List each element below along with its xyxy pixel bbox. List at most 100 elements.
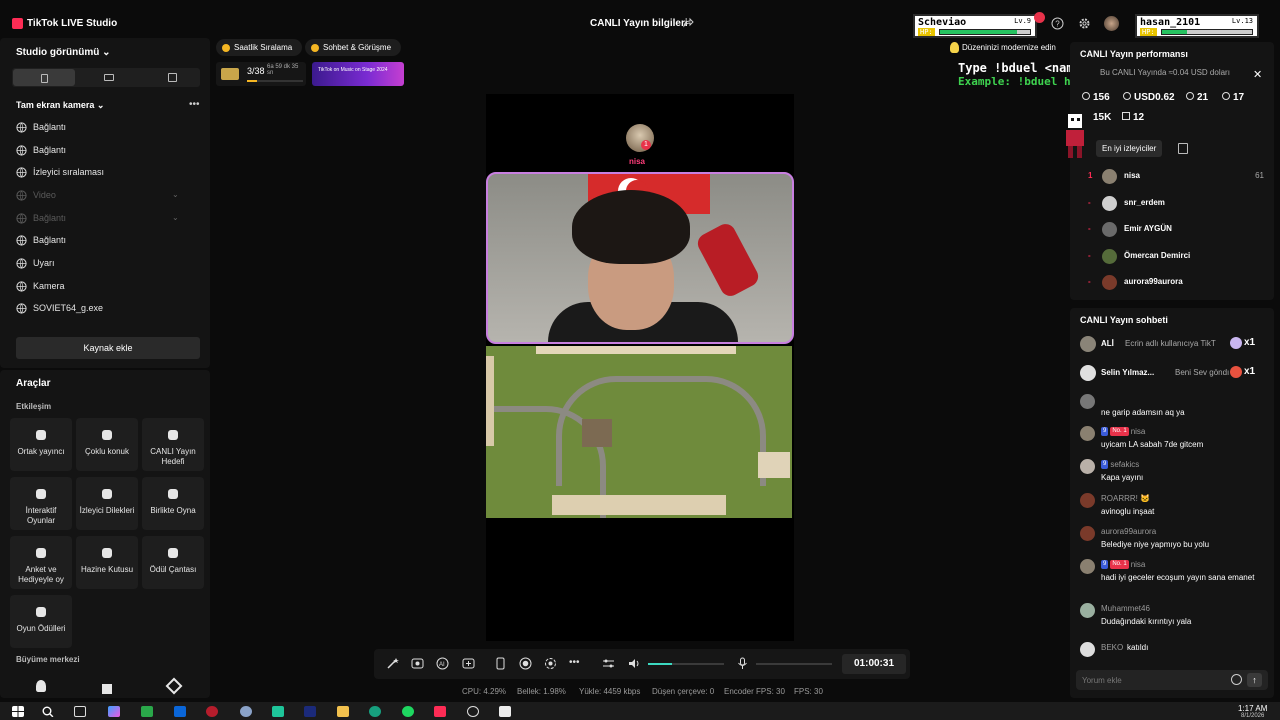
app-icon[interactable]	[304, 706, 316, 717]
volume-slider-fill	[648, 663, 673, 665]
copilot-icon[interactable]	[108, 706, 120, 717]
tool-trophy[interactable]: Oyun Ödülleri	[10, 595, 72, 648]
source-item[interactable]: Bağlantı	[16, 120, 196, 136]
app-icon[interactable]	[240, 706, 252, 717]
ai-icon[interactable]: AI	[436, 657, 449, 670]
globe-icon	[16, 235, 27, 246]
source-item[interactable]: SOVIET64_g.exe	[16, 301, 196, 317]
stat-item: USD0.62	[1123, 92, 1175, 103]
chevron-down-icon[interactable]: ⌄	[172, 213, 179, 222]
top-viewer-row[interactable]: 1 nisa 61	[1088, 169, 1264, 185]
tool-joystick[interactable]: Birlikte Oyna	[142, 477, 204, 530]
hourly-ranking-pill[interactable]: Saatlik Sıralama	[216, 39, 302, 56]
list-icon[interactable]	[1178, 143, 1188, 154]
tool-label: Ortak yayıncı	[17, 447, 65, 456]
live-info-title[interactable]: CANLI Yayın bilgileri	[590, 18, 688, 29]
pill-label: Saatlik Sıralama	[234, 43, 293, 52]
volume-slider[interactable]	[648, 663, 724, 665]
magic-wand-icon[interactable]	[386, 657, 399, 670]
send-icon[interactable]: ↑	[1247, 673, 1262, 687]
growth-tool-icon[interactable]	[36, 680, 46, 692]
top-viewer-row[interactable]: - aurora99aurora	[1088, 275, 1264, 291]
player-name: Scheviao	[918, 17, 967, 28]
tool-chest[interactable]: Hazine Kutusu	[76, 536, 138, 589]
source-item[interactable]: Uyarı	[16, 256, 196, 272]
close-icon[interactable]: ✕	[1253, 68, 1262, 81]
source-item[interactable]: Bağlantı	[16, 143, 196, 159]
growth-tool-icon[interactable]	[102, 684, 112, 694]
source-item[interactable]: Bağlantı	[16, 233, 196, 249]
mail-icon[interactable]	[174, 706, 186, 717]
file-explorer-icon[interactable]	[337, 706, 349, 717]
users-icon	[102, 430, 112, 440]
share-icon[interactable]	[682, 17, 694, 29]
stat-item: 17	[1222, 92, 1244, 103]
source-item[interactable]: Kamera	[16, 279, 196, 295]
interaction-section: Etkileşim	[16, 402, 52, 411]
source-item[interactable]: Video ⌄	[16, 188, 196, 204]
top-viewer-row[interactable]: - Emir AYGÜN	[1088, 222, 1264, 238]
tool-bag[interactable]: Ödül Çantası	[142, 536, 204, 589]
dual-layout-icon[interactable]	[168, 73, 177, 82]
tool-gamepad[interactable]: İnteraktif Oyunlar	[10, 477, 72, 530]
portrait-tab[interactable]	[13, 69, 75, 86]
player-hud-left: Scheviao Lv.9 HP:	[913, 14, 1037, 38]
tool-label: Oyun Ödülleri	[16, 624, 66, 633]
edge-icon[interactable]	[369, 706, 381, 717]
help-icon[interactable]: ?	[1051, 17, 1064, 30]
sliders-icon[interactable]	[602, 657, 615, 670]
app-icon[interactable]	[467, 706, 479, 717]
search-icon[interactable]	[42, 706, 54, 717]
app-icon[interactable]	[272, 706, 284, 717]
add-source-button[interactable]: Kaynak ekle	[16, 337, 200, 359]
phone-icon[interactable]	[494, 657, 507, 670]
document-icon[interactable]	[499, 706, 511, 717]
source-item[interactable]: İzleyici sıralaması	[16, 165, 196, 181]
source-item[interactable]: Bağlantı ⌄	[16, 211, 196, 227]
emoji-icon[interactable]	[1231, 674, 1242, 685]
add-media-icon[interactable]	[462, 657, 475, 670]
app-icon[interactable]	[206, 706, 218, 717]
microphone-icon[interactable]	[736, 657, 749, 670]
tool-link[interactable]: Ortak yayıncı	[10, 418, 72, 471]
chat-meet-pill[interactable]: Sohbet & Görüşme	[305, 39, 401, 56]
user-badge: 9	[1101, 460, 1109, 470]
tool-users[interactable]: Çoklu konuk	[76, 418, 138, 471]
tool-target[interactable]: CANLI Yayın Hedefi	[142, 418, 204, 471]
store-icon[interactable]	[141, 706, 153, 717]
landscape-icon[interactable]	[104, 74, 114, 81]
tool-label: CANLI Yayın Hedefi	[150, 447, 196, 466]
volume-icon[interactable]	[628, 657, 641, 670]
mic-slider[interactable]	[756, 663, 832, 665]
windows-start-icon[interactable]	[12, 706, 24, 717]
comment-input[interactable]	[1082, 673, 1222, 687]
chevron-down-icon[interactable]: ⌄	[172, 190, 179, 199]
viewer-name: snr_erdem	[1124, 197, 1165, 207]
chat-user-line: 9 No. 1 nisa	[1101, 427, 1145, 437]
event-banner[interactable]: TikTok on Music on Stage 2024	[312, 62, 404, 86]
tiktok-icon[interactable]	[434, 706, 446, 717]
replay-icon[interactable]	[544, 657, 557, 670]
studio-view-title[interactable]: Studio görünümü ⌄	[16, 47, 111, 58]
chat-avatar	[1080, 526, 1095, 541]
svg-text:?: ?	[1055, 20, 1060, 29]
spotify-icon[interactable]	[402, 706, 414, 717]
task-view-icon[interactable]	[74, 706, 86, 717]
growth-tool-icon[interactable]	[165, 677, 183, 695]
settings-gear-icon[interactable]	[1078, 17, 1091, 30]
tool-gift[interactable]: İzleyici Dilekleri	[76, 477, 138, 530]
more-icon[interactable]: •••	[569, 657, 582, 670]
tip-banner[interactable]: Düzeninizi modernize edin	[876, 40, 1072, 56]
top-viewers-tab[interactable]: En iyi izleyiciler	[1096, 140, 1163, 157]
tool-poll[interactable]: Anket ve Hediyeyle oy	[10, 536, 72, 589]
record-icon[interactable]	[519, 657, 532, 670]
effects-icon[interactable]	[411, 657, 424, 670]
more-options-icon[interactable]: •••	[189, 99, 200, 110]
top-viewer-row[interactable]: - snr_erdem	[1088, 195, 1264, 212]
ranking-widget[interactable]: 3/38 6a 59 dk 35 sn	[216, 62, 306, 86]
gift-event: Selin Yılmaz... Beni Sev göndı x1	[1076, 362, 1262, 384]
scene-header[interactable]: Tam ekran kamera ⌄	[16, 100, 104, 111]
top-viewer-row[interactable]: - Ömercan Demirci	[1088, 248, 1264, 265]
profile-avatar[interactable]	[1104, 16, 1119, 31]
system-clock[interactable]: 1:17 AM 8/1/2026	[1238, 704, 1267, 719]
